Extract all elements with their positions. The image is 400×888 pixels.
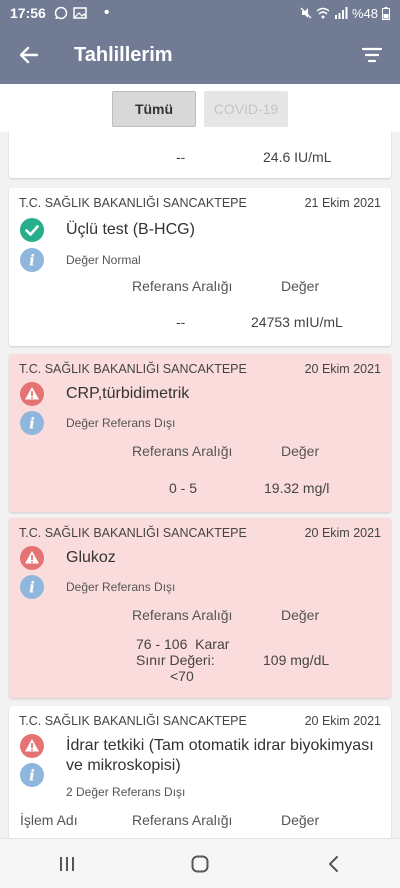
- gallery-icon: [73, 7, 87, 19]
- value-header: Değer: [281, 607, 320, 623]
- back-button[interactable]: [0, 26, 58, 84]
- signal-icon: [334, 7, 348, 19]
- institution-name: T.C. SAĞLIK BAKANLIĞI SANCAKTEPE: [19, 196, 247, 210]
- reference-range-value: --: [176, 149, 186, 165]
- test-name-line2: ve mikroskopisi): [66, 757, 181, 774]
- mute-icon: [300, 7, 312, 19]
- test-name: CRP,türbidimetrik: [66, 385, 190, 402]
- test-name: İdrar tetkiki (Tam otomatik idrar biyoki…: [66, 737, 374, 754]
- test-name: Üçlü test (B-HCG): [66, 221, 195, 238]
- svg-text:i: i: [29, 415, 35, 433]
- info-icon[interactable]: i: [20, 763, 44, 787]
- filter-button[interactable]: [344, 26, 400, 84]
- system-nav-bar: [0, 838, 400, 888]
- app-bar: Tahlillerim: [0, 26, 400, 84]
- institution-name: T.C. SAĞLIK BAKANLIĞI SANCAKTEPE: [19, 362, 247, 376]
- result-date: 20 Ekim 2021: [304, 714, 381, 728]
- recent-apps-icon: [59, 856, 74, 871]
- institution-name: T.C. SAĞLIK BAKANLIĞI SANCAKTEPE: [19, 714, 247, 728]
- result-value: 109 mg/dL: [263, 652, 330, 668]
- value-header: Değer: [281, 443, 320, 459]
- status-bar: 17:56 • %48: [0, 0, 400, 26]
- reference-range-value: --: [176, 314, 186, 330]
- warning-icon: [20, 382, 44, 406]
- result-value: 24.6 IU/mL: [263, 149, 332, 165]
- reference-range-value: 76 - 106 Karar: [136, 636, 230, 652]
- process-name-header: İşlem Adı: [20, 812, 78, 828]
- battery-text: %48: [351, 5, 378, 21]
- system-back-button[interactable]: [303, 844, 363, 884]
- arrow-left-icon: [19, 46, 39, 64]
- info-icon[interactable]: i: [20, 575, 44, 599]
- reference-range-value-line2: Sınır Değeri:: [136, 652, 215, 668]
- reference-range-value-line3: <70: [170, 668, 194, 684]
- chevron-left-icon: [329, 855, 339, 872]
- svg-text:i: i: [29, 252, 35, 270]
- reference-range-header: Referans Aralığı: [132, 607, 233, 623]
- status-time: 17:56: [10, 5, 46, 21]
- result-status-note: 2 Değer Referans Dışı: [66, 785, 186, 799]
- whatsapp-icon: [54, 6, 68, 20]
- recent-apps-button[interactable]: [37, 844, 97, 884]
- value-header: Değer: [281, 278, 320, 294]
- check-circle-icon: [20, 218, 44, 242]
- test-name: Glukoz: [66, 549, 116, 566]
- notification-dot-icon: •: [103, 4, 110, 21]
- filter-tabs: Tümü COVID-19: [0, 84, 400, 132]
- results-list: -- 24.6 IU/mL T.C. SAĞLIK BAKANLIĞI SANC…: [0, 132, 400, 838]
- reference-range-header: Referans Aralığı: [132, 443, 233, 459]
- reference-range-header: Referans Aralığı: [132, 812, 233, 828]
- result-card[interactable]: T.C. SAĞLIK BAKANLIĞI SANCAKTEPE 21 Ekim…: [9, 188, 391, 346]
- result-date: 21 Ekim 2021: [304, 196, 381, 210]
- warning-icon: [20, 734, 44, 758]
- info-icon[interactable]: i: [20, 248, 44, 272]
- result-card[interactable]: T.C. SAĞLIK BAKANLIĞI SANCAKTEPE 20 Ekim…: [9, 706, 391, 838]
- tab-all[interactable]: Tümü: [112, 91, 196, 127]
- result-date: 20 Ekim 2021: [304, 526, 381, 540]
- result-card[interactable]: T.C. SAĞLIK BAKANLIĞI SANCAKTEPE 20 Ekim…: [9, 518, 391, 698]
- tab-covid19[interactable]: COVID-19: [204, 91, 288, 127]
- result-card-partial[interactable]: -- 24.6 IU/mL: [9, 132, 391, 178]
- result-status-note: Değer Normal: [66, 253, 141, 267]
- result-status-note: Değer Referans Dışı: [66, 416, 176, 430]
- warning-icon: [20, 546, 44, 570]
- home-button[interactable]: [170, 844, 230, 884]
- result-card[interactable]: T.C. SAĞLIK BAKANLIĞI SANCAKTEPE 20 Ekim…: [9, 354, 391, 512]
- result-status-note: Değer Referans Dışı: [66, 580, 176, 594]
- result-date: 20 Ekim 2021: [304, 362, 381, 376]
- filter-icon: [362, 47, 382, 63]
- reference-range-header: Referans Aralığı: [132, 278, 233, 294]
- battery-icon: [382, 6, 390, 20]
- result-value: 19.32 mg/l: [264, 480, 330, 496]
- page-title: Tahlillerim: [74, 43, 173, 66]
- info-icon[interactable]: i: [20, 411, 44, 435]
- institution-name: T.C. SAĞLIK BAKANLIĞI SANCAKTEPE: [19, 526, 247, 540]
- value-header: Değer: [281, 812, 320, 828]
- wifi-icon: [316, 7, 330, 19]
- svg-text:i: i: [29, 767, 35, 785]
- home-icon: [191, 855, 209, 872]
- result-value: 24753 mIU/mL: [251, 314, 343, 330]
- svg-text:i: i: [29, 579, 35, 597]
- reference-range-value: 0 - 5: [169, 480, 198, 496]
